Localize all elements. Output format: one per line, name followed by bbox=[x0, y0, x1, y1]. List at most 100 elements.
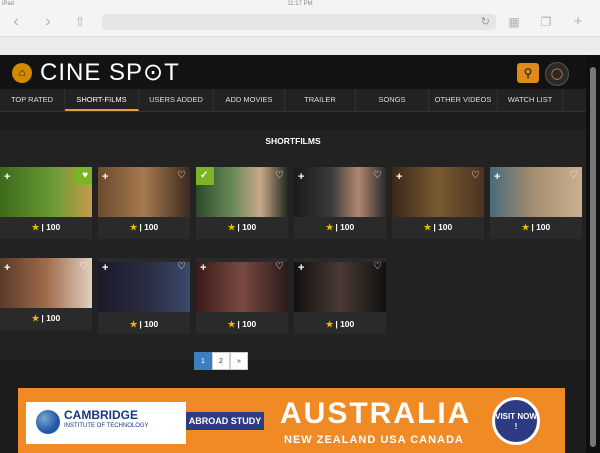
add-icon[interactable]: + bbox=[102, 171, 108, 183]
film-rating: ★ | 100 bbox=[196, 318, 288, 330]
ad-abroad-label: ABROAD STUDY bbox=[186, 412, 264, 430]
rating-value: | 100 bbox=[139, 319, 159, 329]
ad-headline: AUSTRALIA bbox=[280, 397, 472, 430]
page-2-button[interactable]: 2 bbox=[212, 352, 230, 370]
check-icon: ✓ bbox=[200, 170, 209, 181]
film-card[interactable]: + ♡ ★ | 100 bbox=[490, 167, 582, 239]
film-rating: ★ | 100 bbox=[490, 221, 582, 233]
status-bar: iPad 11:17 PM bbox=[0, 0, 600, 8]
add-icon[interactable]: + bbox=[396, 171, 402, 183]
visit-now-button[interactable]: VISIT NOW ! bbox=[492, 397, 540, 445]
site-header: ⌂ CINE SP⊙T ⚲ ◯ bbox=[0, 55, 586, 89]
menu-item-short-films[interactable]: SHORT-FILMS bbox=[65, 89, 139, 111]
browser-toolbar: ‹ › ⇧ ↻ ▦ ❐ + bbox=[0, 8, 600, 37]
heart-icon[interactable]: ♡ bbox=[79, 261, 88, 273]
menu-item-users-added[interactable]: USERS ADDED bbox=[139, 89, 214, 111]
film-rating: ★ | 100 bbox=[0, 312, 92, 324]
heart-icon[interactable]: ♥ bbox=[82, 170, 88, 182]
star-icon: ★ bbox=[325, 319, 334, 329]
page-top-area bbox=[0, 37, 600, 55]
film-card[interactable]: + ♡ ★ | 100 bbox=[98, 167, 190, 239]
menu-item-top-rated[interactable]: TOP RATED bbox=[0, 89, 65, 111]
globe-icon bbox=[36, 410, 60, 434]
add-icon[interactable]: + bbox=[4, 262, 10, 274]
ad-countries: NEW ZEALAND USA CANADA bbox=[284, 434, 464, 446]
menu-item-trailer[interactable]: TRAILER bbox=[285, 89, 356, 111]
user-icon[interactable]: ◯ bbox=[545, 62, 569, 86]
next-page-button[interactable]: » bbox=[230, 352, 248, 370]
film-card[interactable]: ✓ ♡ ★ | 100 bbox=[196, 167, 288, 239]
star-icon: ★ bbox=[325, 222, 334, 232]
film-card[interactable]: + ♡ ★ | 100 bbox=[392, 167, 484, 239]
film-rating: ★ | 100 bbox=[392, 221, 484, 233]
reader-icon[interactable]: ▦ bbox=[506, 12, 522, 32]
film-rating: ★ | 100 bbox=[98, 318, 190, 330]
film-card[interactable]: + ♡ ★ | 100 bbox=[98, 258, 190, 334]
share-icon[interactable]: ⇧ bbox=[72, 12, 88, 32]
site-logo[interactable]: CINE SP⊙T bbox=[40, 59, 180, 87]
menu-item-other-videos[interactable]: OTHER VIDEOS bbox=[429, 89, 498, 111]
rating-value: | 100 bbox=[41, 313, 61, 323]
film-rating: ★ | 100 bbox=[196, 221, 288, 233]
favorite-active[interactable]: ♥ bbox=[74, 167, 92, 185]
heart-icon[interactable]: ♡ bbox=[275, 170, 284, 182]
star-icon: ★ bbox=[521, 222, 530, 232]
forward-icon[interactable]: › bbox=[40, 12, 56, 32]
star-icon: ★ bbox=[227, 222, 236, 232]
heart-icon[interactable]: ♡ bbox=[373, 170, 382, 182]
add-icon[interactable]: + bbox=[298, 171, 304, 183]
film-card[interactable]: + ♡ ★ | 100 bbox=[294, 258, 386, 334]
star-icon: ★ bbox=[423, 222, 432, 232]
rating-value: | 100 bbox=[433, 222, 453, 232]
star-icon: ★ bbox=[227, 319, 236, 329]
website: ⌂ CINE SP⊙T ⚲ ◯ TOP RATED SHORT-FILMS US… bbox=[0, 55, 600, 453]
heart-icon[interactable]: ♡ bbox=[569, 170, 578, 182]
heart-icon[interactable]: ♡ bbox=[275, 261, 284, 273]
add-icon[interactable]: + bbox=[200, 262, 206, 274]
new-tab-icon[interactable]: + bbox=[570, 12, 586, 32]
ad-banner[interactable]: CAMBRIDGE INSTITUTE OF TECHNOLOGY ABROAD… bbox=[18, 388, 565, 453]
rating-value: | 100 bbox=[531, 222, 551, 232]
add-icon[interactable]: + bbox=[102, 262, 108, 274]
search-icon[interactable]: ⚲ bbox=[517, 63, 539, 83]
watched-badge[interactable]: ✓ bbox=[196, 167, 214, 185]
add-icon[interactable]: + bbox=[298, 262, 304, 274]
rating-value: | 100 bbox=[237, 222, 257, 232]
pagination: 1 2 » bbox=[194, 352, 248, 370]
clock: 11:17 PM bbox=[287, 1, 313, 7]
film-card[interactable]: + ♡ ★ | 100 bbox=[196, 258, 288, 334]
rating-value: | 100 bbox=[335, 222, 355, 232]
rating-value: | 100 bbox=[41, 222, 61, 232]
page-1-button[interactable]: 1 bbox=[194, 352, 212, 370]
add-icon[interactable]: + bbox=[494, 171, 500, 183]
star-icon: ★ bbox=[129, 222, 138, 232]
scrollbar[interactable] bbox=[586, 55, 600, 453]
menu-item-add-movies[interactable]: ADD MOVIES bbox=[214, 89, 285, 111]
menu-item-watch-list[interactable]: WATCH LIST bbox=[498, 89, 563, 111]
reload-icon[interactable]: ↻ bbox=[481, 15, 490, 29]
heart-icon[interactable]: ♡ bbox=[373, 261, 382, 273]
heart-icon[interactable]: ♡ bbox=[177, 170, 186, 182]
film-rating: ★ | 100 bbox=[0, 221, 92, 233]
ad-brand-sub: INSTITUTE OF TECHNOLOGY bbox=[64, 423, 149, 429]
film-card[interactable]: + ♥ ★ | 100 bbox=[0, 167, 92, 239]
add-icon[interactable]: + bbox=[4, 171, 10, 183]
film-card[interactable]: + ♡ ★ | 100 bbox=[294, 167, 386, 239]
back-icon[interactable]: ‹ bbox=[8, 12, 24, 32]
scrollbar-thumb[interactable] bbox=[590, 67, 596, 447]
heart-icon[interactable]: ♡ bbox=[177, 261, 186, 273]
rating-value: | 100 bbox=[335, 319, 355, 329]
main-menu: TOP RATED SHORT-FILMS USERS ADDED ADD MO… bbox=[0, 89, 586, 112]
film-rating: ★ | 100 bbox=[98, 221, 190, 233]
tabs-icon[interactable]: ❐ bbox=[538, 12, 554, 32]
heart-icon[interactable]: ♡ bbox=[471, 170, 480, 182]
address-bar[interactable]: ↻ bbox=[102, 14, 496, 30]
star-icon: ★ bbox=[31, 313, 40, 323]
cambridge-logo-box: CAMBRIDGE INSTITUTE OF TECHNOLOGY bbox=[26, 402, 186, 444]
film-rating: ★ | 100 bbox=[294, 221, 386, 233]
menu-item-songs[interactable]: SONGS bbox=[356, 89, 429, 111]
ad-brand: CAMBRIDGE bbox=[64, 408, 138, 422]
star-icon: ★ bbox=[31, 222, 40, 232]
home-icon[interactable]: ⌂ bbox=[12, 63, 32, 83]
film-card[interactable]: + ♡ ★ | 100 bbox=[0, 258, 92, 330]
